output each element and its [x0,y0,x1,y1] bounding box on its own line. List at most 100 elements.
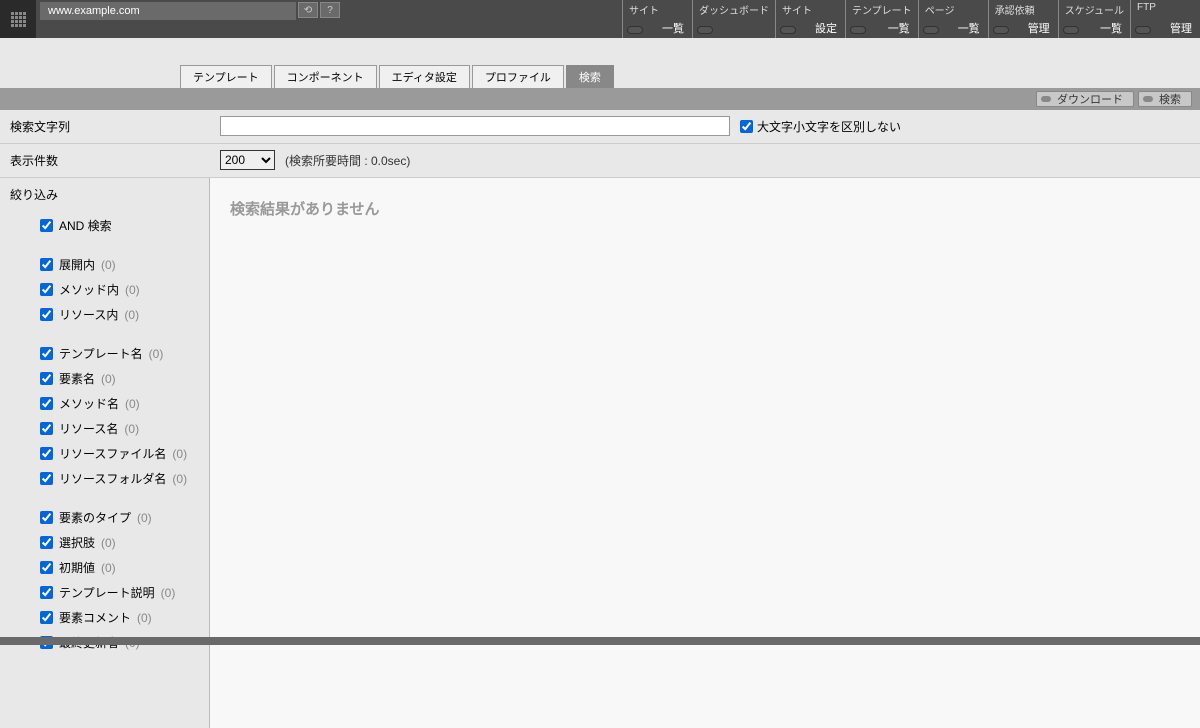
filter-checkbox[interactable] [40,447,53,460]
filter-label: テンプレート説明 [59,584,155,601]
filter-checkbox[interactable] [40,472,53,485]
filter-label: リソースフォルダ名 [59,470,166,487]
no-results-message: 検索結果がありません [230,198,1180,219]
tab-component[interactable]: コンポーネント [274,65,377,88]
top-tab-title: ページ [925,2,982,17]
filter-label: メソッド名 [59,395,119,412]
search-string-control: 大文字小文字を区別しない [210,110,1200,142]
url-display[interactable]: www.example.com [40,2,296,20]
top-tab-template[interactable]: テンプレート 一覧 [845,0,918,38]
filter-count: (0) [125,397,140,411]
filter-checkbox[interactable] [40,536,53,549]
search-string-label: 検索文字列 [0,110,210,143]
tab-editor-settings[interactable]: エディタ設定 [379,65,470,88]
case-insensitive-checkbox[interactable] [740,120,753,133]
display-count-row: 表示件数 200 (検索所要時間 : 0.0sec) [0,144,1200,178]
filter-label: 初期値 [59,559,95,576]
toggle-icon [1135,26,1151,34]
filter-checkbox[interactable] [40,258,53,271]
top-tab-title: スケジュール [1065,2,1124,17]
filter-group-2: テンプレート名 (0) 要素名 (0) メソッド名 (0) リソース名 (0) [40,341,199,491]
top-tab-site-settings[interactable]: サイト 設定 [775,0,845,38]
filter-checkbox[interactable] [40,422,53,435]
filter-checkbox[interactable] [40,219,53,232]
filter-checkbox[interactable] [40,586,53,599]
filter-checkbox[interactable] [40,372,53,385]
help-icon[interactable]: ? [320,2,340,18]
filter-count: (0) [101,372,116,386]
filter-label: テンプレート名 [59,345,143,362]
filter-checkbox[interactable] [40,561,53,574]
filter-checkbox[interactable] [40,308,53,321]
top-tab-title: 承認依頼 [995,2,1052,17]
filter-label: 要素のタイプ [59,509,131,526]
toggle-icon [627,26,643,34]
filter-count: (0) [101,561,116,575]
top-nav-tabs: サイト 一覧 ダッシュボード サイト 設定 テンプレート 一覧 ページ 一覧 承… [622,0,1200,38]
top-tab-schedule[interactable]: スケジュール 一覧 [1058,0,1130,38]
filter-element-comment[interactable]: 要素コメント (0) [40,605,199,630]
refresh-icon[interactable]: ⟲ [298,2,318,18]
filter-label: AND 検索 [59,217,112,234]
toggle-icon [923,26,939,34]
filter-initial-value[interactable]: 初期値 (0) [40,555,199,580]
download-button[interactable]: ダウンロード [1036,91,1134,107]
top-tab-dashboard[interactable]: ダッシュボード [692,0,775,38]
header-icon-buttons: ⟲ ? [298,2,340,18]
results-content: 検索結果がありません [210,178,1200,728]
filter-label: リソースファイル名 [59,445,166,462]
filter-section: 絞り込み AND 検索 展開内 (0) メソッド内 (0) [0,178,209,677]
case-insensitive-wrap[interactable]: 大文字小文字を区別しない [740,118,901,135]
top-tab-approval[interactable]: 承認依頼 管理 [988,0,1058,38]
filter-checkbox[interactable] [40,397,53,410]
filter-resource-file-name[interactable]: リソースファイル名 (0) [40,441,199,466]
filter-label: 要素名 [59,370,95,387]
top-tab-ftp[interactable]: FTP 管理 [1130,0,1200,38]
top-tab-title: ダッシュボード [699,2,769,17]
filter-count: (0) [124,422,139,436]
filter-choices[interactable]: 選択肢 (0) [40,530,199,555]
filter-group-0: AND 検索 [40,213,199,238]
search-input[interactable] [220,116,730,136]
tab-template[interactable]: テンプレート [180,65,272,88]
toggle-icon [850,26,866,34]
search-button[interactable]: 検索 [1138,91,1192,107]
top-tab-title: サイト [782,2,839,17]
bottom-bar [0,637,1200,645]
top-tab-site-list[interactable]: サイト 一覧 [622,0,692,38]
filter-label: リソース名 [59,420,118,437]
tab-profile[interactable]: プロファイル [472,65,564,88]
filter-label: 選択肢 [59,534,95,551]
filter-resource-folder-name[interactable]: リソースフォルダ名 (0) [40,466,199,491]
url-area: www.example.com [36,0,296,38]
filter-label: メソッド内 [59,281,119,298]
filter-resource-in[interactable]: リソース内 (0) [40,302,199,327]
toggle-icon [780,26,796,34]
logo-grid-icon [11,12,26,27]
filter-template-desc[interactable]: テンプレート説明 (0) [40,580,199,605]
filter-checkbox[interactable] [40,283,53,296]
content-tabs: テンプレート コンポーネント エディタ設定 プロファイル 検索 [180,65,614,88]
filter-label: 要素コメント [59,609,131,626]
top-tab-title: サイト [629,2,686,17]
filter-method-in[interactable]: メソッド内 (0) [40,277,199,302]
filter-and-search[interactable]: AND 検索 [40,213,199,238]
search-string-row: 検索文字列 大文字小文字を区別しない [0,110,1200,144]
filter-count: (0) [101,258,116,272]
filter-title: 絞り込み [10,186,199,203]
filter-element-type[interactable]: 要素のタイプ (0) [40,505,199,530]
filter-group-1: 展開内 (0) メソッド内 (0) リソース内 (0) [40,252,199,327]
display-count-select[interactable]: 200 [220,150,275,170]
filter-checkbox[interactable] [40,611,53,624]
filter-element-name[interactable]: 要素名 (0) [40,366,199,391]
filter-method-name[interactable]: メソッド名 (0) [40,391,199,416]
filter-expand[interactable]: 展開内 (0) [40,252,199,277]
filter-checkbox[interactable] [40,347,53,360]
search-time-info: (検索所要時間 : 0.0sec) [285,152,410,169]
filter-template-name[interactable]: テンプレート名 (0) [40,341,199,366]
top-tab-page[interactable]: ページ 一覧 [918,0,988,38]
filter-checkbox[interactable] [40,511,53,524]
display-count-control: 200 (検索所要時間 : 0.0sec) [210,144,1200,176]
filter-resource-name[interactable]: リソース名 (0) [40,416,199,441]
tab-search[interactable]: 検索 [566,65,614,88]
